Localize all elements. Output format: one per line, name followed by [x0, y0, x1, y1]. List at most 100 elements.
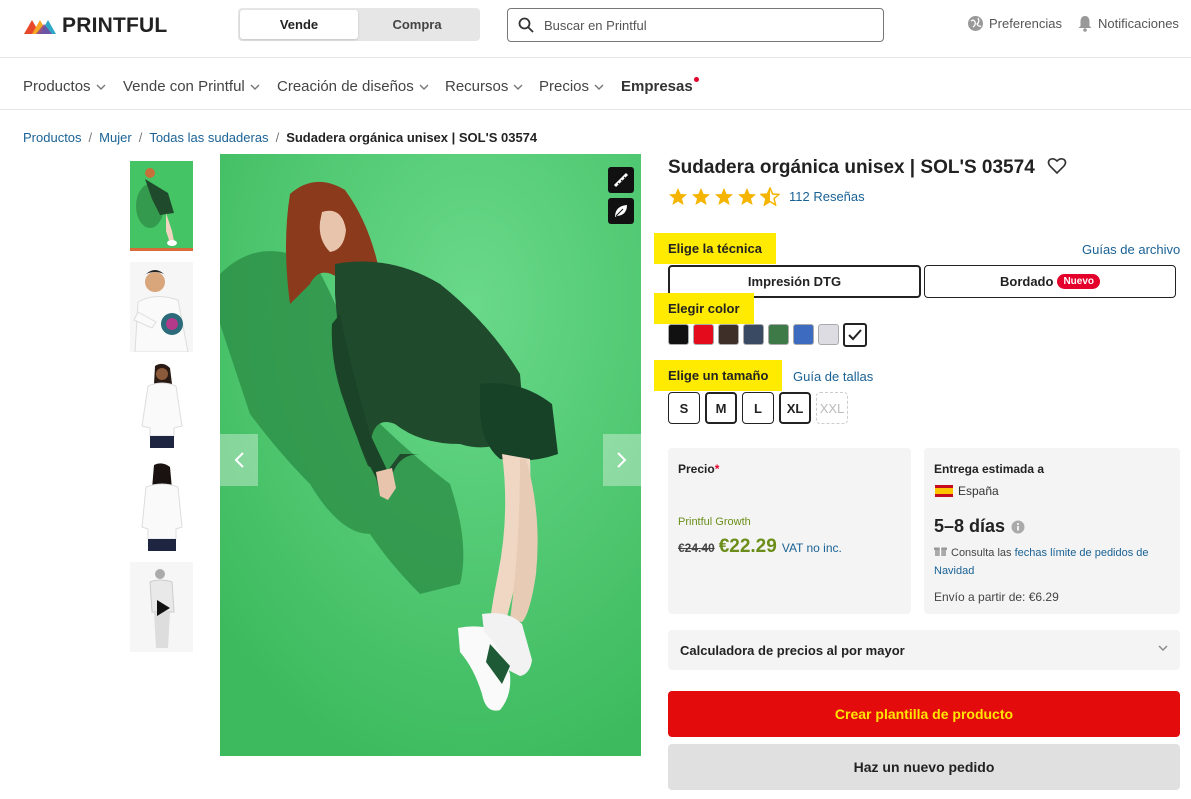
globe-icon: [968, 16, 983, 31]
delivery-country[interactable]: España: [935, 484, 999, 498]
next-image-button[interactable]: [603, 434, 641, 486]
nav-productos[interactable]: Productos: [23, 78, 106, 95]
main-nav: Productos Vende con Printful Creación de…: [0, 59, 1191, 110]
logo-text: PRINTFUL: [62, 14, 168, 37]
color-swatch-green[interactable]: [768, 324, 789, 345]
price-label: Precio*: [678, 462, 719, 476]
nav-vende-con-printful[interactable]: Vende con Printful: [123, 78, 260, 95]
size-s[interactable]: S: [668, 392, 700, 424]
thumbnail-2[interactable]: [130, 262, 193, 352]
nav-creacion-de-disenos[interactable]: Creación de diseños: [277, 78, 429, 95]
color-swatches: [668, 323, 871, 347]
color-swatch-white-selected[interactable]: [843, 323, 867, 347]
breadcrumb-separator: /: [275, 130, 280, 145]
buy-tab[interactable]: Compra: [358, 10, 476, 39]
product-title: Sudadera orgánica unisex | SOL'S 03574: [668, 157, 1035, 178]
model-print-thumb: [130, 262, 193, 352]
breadcrumb-productos[interactable]: Productos: [23, 130, 82, 145]
size-heading: Elige un tamaño: [654, 360, 783, 391]
preferences-label: Preferencias: [989, 16, 1062, 31]
gift-icon: [934, 547, 947, 556]
color-swatch-brown[interactable]: [718, 324, 739, 345]
chevron-down-icon: [513, 84, 523, 90]
reviews-link[interactable]: 112 Reseñas: [789, 189, 865, 204]
eco-leaf-icon[interactable]: [608, 198, 634, 224]
nav-recursos[interactable]: Recursos: [445, 78, 523, 95]
favorite-button[interactable]: [1047, 157, 1067, 180]
price-row: €24.40 €22.29 VAT no inc.: [678, 536, 842, 558]
search-box[interactable]: [507, 8, 884, 42]
thumbnail-5-video[interactable]: [130, 562, 193, 652]
color-swatch-light-gray[interactable]: [818, 324, 839, 345]
wholesale-calculator-label: Calculadora de precios al por mayor: [680, 642, 905, 658]
thumbnail-1[interactable]: [130, 161, 193, 251]
previous-image-button[interactable]: [220, 434, 258, 486]
info-icon[interactable]: [1011, 520, 1025, 534]
nav-label: Precios: [539, 78, 590, 95]
model-white-back-thumb: [130, 463, 193, 553]
size-m[interactable]: M: [705, 392, 737, 424]
rating-stars: 112 Reseñas: [668, 187, 865, 206]
nav-label: Empresas: [621, 78, 693, 95]
spain-flag-icon: [935, 485, 953, 497]
required-mark: *: [714, 462, 720, 476]
breadcrumb-current: Sudadera orgánica unisex | SOL'S 03574: [286, 130, 538, 145]
vat-note[interactable]: VAT no inc.: [782, 541, 842, 555]
wholesale-calculator-toggle[interactable]: Calculadora de precios al por mayor: [668, 630, 1180, 670]
size-xxl-unavailable: XXL: [816, 392, 848, 424]
shipping-from: Envío a partir de: €6.29: [934, 590, 1059, 604]
size-l[interactable]: L: [742, 392, 774, 424]
notifications-link[interactable]: Notificaciones: [1077, 15, 1179, 32]
star-icon: [669, 188, 687, 205]
model-white-front-thumb: [130, 362, 193, 452]
size-guide-link[interactable]: Guía de tallas: [793, 369, 873, 384]
color-swatch-blue[interactable]: [793, 324, 814, 345]
chevron-down-icon: [250, 84, 260, 90]
breadcrumb-mujer[interactable]: Mujer: [99, 130, 132, 145]
price-label-text: Precio: [678, 462, 715, 476]
thumbnail-3[interactable]: [130, 362, 193, 452]
bell-icon: [1078, 16, 1092, 32]
size-options: S M L XL XXL: [668, 392, 853, 424]
delivery-card: Entrega estimada a España 5–8 días Consu…: [924, 448, 1180, 614]
star-icon: [692, 188, 710, 205]
color-heading: Elegir color: [654, 293, 754, 324]
color-swatch-black[interactable]: [668, 324, 689, 345]
price-card: Precio* Printful Growth €24.40 €22.29 VA…: [668, 448, 911, 614]
notifications-label: Notificaciones: [1098, 16, 1179, 31]
printful-logo[interactable]: PRINTFUL: [24, 14, 167, 38]
color-swatch-red[interactable]: [693, 324, 714, 345]
breadcrumb: Productos / Mujer / Todas las sudaderas …: [23, 130, 537, 145]
star-icon: [738, 188, 756, 205]
size-xl[interactable]: XL: [779, 392, 811, 424]
chevron-down-icon: [96, 84, 106, 90]
printful-logo-icon: [24, 20, 56, 34]
old-price: €24.40: [678, 541, 715, 555]
preferences-link[interactable]: Preferencias: [967, 15, 1062, 32]
model-photo: [220, 154, 641, 756]
sell-tab[interactable]: Vende: [240, 10, 358, 39]
heart-icon: [1047, 157, 1067, 175]
mode-toggle: Vende Compra: [238, 8, 480, 41]
technique-heading: Elige la técnica: [654, 233, 776, 264]
nav-precios[interactable]: Precios: [539, 78, 604, 95]
nav-label: Recursos: [445, 78, 509, 95]
new-price: €22.29: [718, 536, 777, 557]
new-order-button[interactable]: Haz un nuevo pedido: [668, 744, 1180, 790]
technique-embroidery-button[interactable]: Bordado Nuevo: [924, 265, 1176, 298]
nav-label: Productos: [23, 78, 91, 95]
create-template-button[interactable]: Crear plantilla de producto: [668, 691, 1180, 737]
plan-label: Printful Growth: [678, 516, 751, 528]
breadcrumb-todas-las-sudaderas[interactable]: Todas las sudaderas: [149, 130, 268, 145]
search-input[interactable]: [544, 17, 864, 33]
size-ruler-icon[interactable]: [608, 167, 634, 193]
delivery-days: 5–8 días: [934, 516, 1006, 536]
breadcrumb-separator: /: [88, 130, 93, 145]
thumbnail-4[interactable]: [130, 463, 193, 553]
nav-empresas[interactable]: Empresas: [621, 77, 699, 95]
file-guides-link[interactable]: Guías de archivo: [1082, 242, 1180, 257]
nav-label: Creación de diseños: [277, 78, 414, 95]
color-swatch-navy[interactable]: [743, 324, 764, 345]
chevron-down-icon: [594, 84, 604, 90]
new-indicator-dot: [693, 77, 699, 82]
